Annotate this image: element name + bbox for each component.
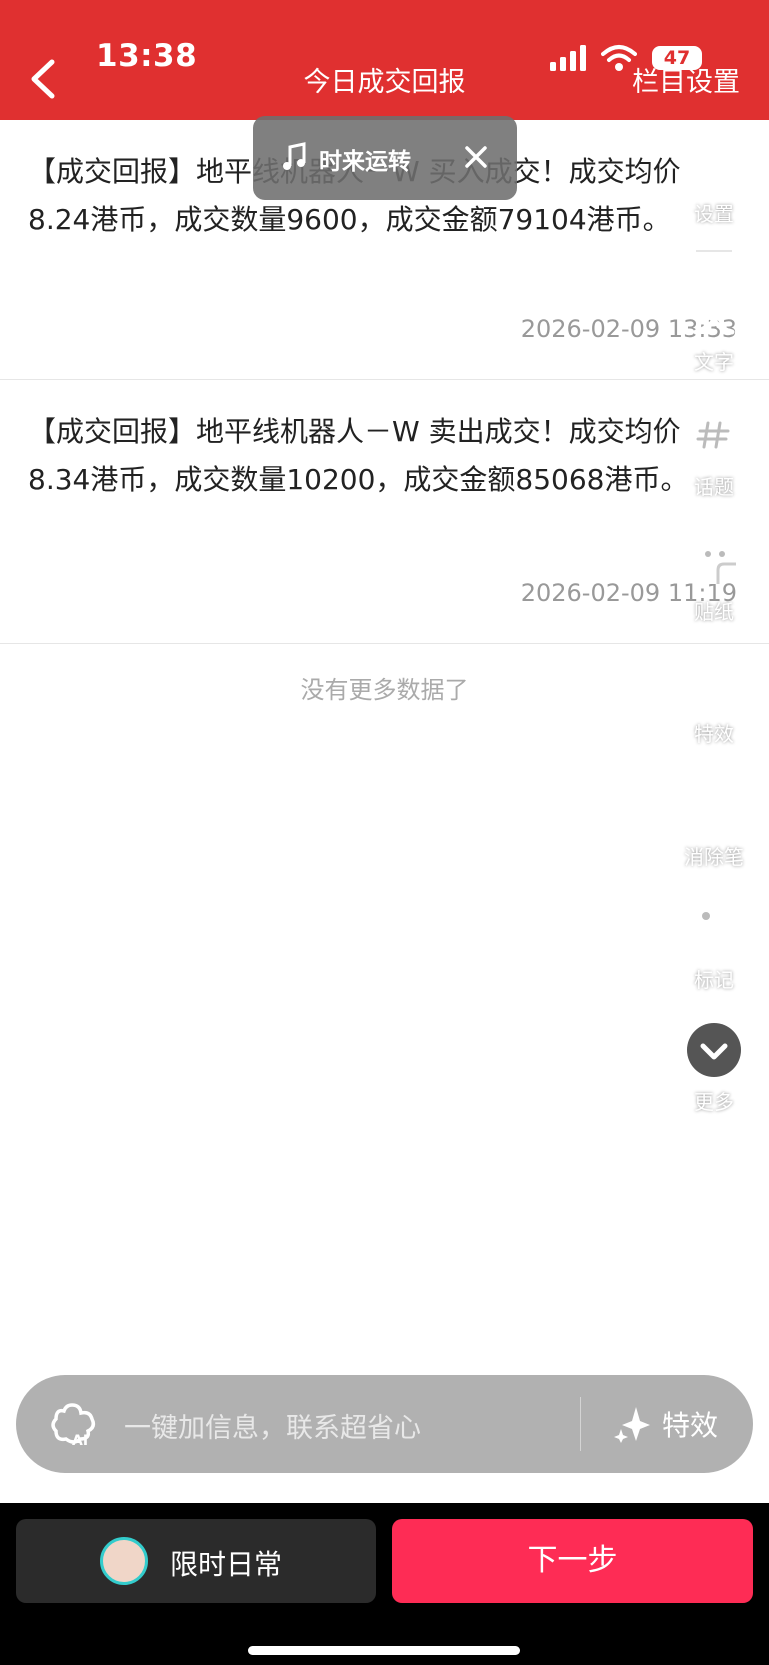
tool-text[interactable]: 文字 — [672, 280, 756, 375]
tool-text-label: 文字 — [694, 350, 734, 374]
tool-topic-label: 话题 — [694, 475, 734, 499]
next-step-button[interactable]: 下一步 — [392, 1519, 753, 1603]
input-bar-divider — [580, 1397, 581, 1451]
daily-button-label: 限时日常 — [170, 1548, 283, 1581]
no-more-data-label: 没有更多数据了 — [300, 676, 469, 704]
tool-sticker-label: 贴纸 — [694, 600, 734, 624]
effects-button-label[interactable]: 特效 — [662, 1404, 718, 1444]
trade-report-text: 【成交回报】地平线机器人－W 卖出成交！成交均价 8.34港币，成交数量1020… — [28, 415, 689, 496]
column-settings-link[interactable]: 栏目设置 — [632, 60, 740, 99]
info-input-placeholder[interactable]: 一键加信息，联系超省心 — [124, 1406, 421, 1445]
info-input-bar[interactable]: AI 一键加信息，联系超省心 特效 — [16, 1375, 753, 1473]
close-icon[interactable] — [459, 140, 493, 174]
svg-text:AI: AI — [72, 1433, 88, 1447]
avatar — [100, 1537, 148, 1585]
hashtag-icon — [686, 410, 738, 459]
music-selector[interactable]: 时来运转 — [253, 116, 517, 200]
tool-sticker[interactable]: 贴纸 — [672, 530, 756, 625]
tool-settings-label: 设置 — [694, 202, 734, 226]
tool-mark[interactable]: 标记 — [672, 898, 756, 993]
tool-topic[interactable]: 话题 — [672, 405, 756, 500]
music-title: 时来运转 — [319, 149, 411, 175]
sparkle-icon — [614, 1407, 650, 1443]
tag-icon — [692, 904, 738, 954]
tool-effects-label: 特效 — [694, 722, 734, 746]
ai-icon: AI — [51, 1403, 96, 1447]
home-indicator[interactable] — [248, 1646, 520, 1655]
tool-effects[interactable]: 特效 — [672, 652, 756, 747]
tool-mark-label: 标记 — [694, 968, 734, 992]
tool-more-label: 更多 — [694, 1090, 734, 1114]
chevron-down-icon — [687, 1023, 741, 1077]
gear-icon — [694, 142, 734, 182]
music-note-icon — [283, 142, 306, 170]
tool-settings[interactable]: 设置 — [672, 132, 756, 227]
tool-eraser-label: 消除笔 — [684, 845, 744, 869]
sparkle-icon — [686, 653, 742, 712]
daily-button[interactable]: 限时日常 — [16, 1519, 376, 1603]
text-icon — [693, 285, 735, 335]
cellular-signal-icon — [550, 45, 586, 71]
tool-eraser[interactable]: 消除笔 — [672, 775, 756, 870]
bottom-dock: 限时日常 下一步 — [0, 1503, 769, 1665]
sticker-icon — [694, 536, 736, 584]
tool-rail-divider — [696, 250, 732, 252]
top-header: 13:38 今日成交回报 47 栏目设置 — [0, 0, 769, 120]
eraser-icon — [686, 779, 734, 828]
tool-more[interactable]: 更多 — [672, 1020, 756, 1115]
trade-report-item[interactable]: 【成交回报】地平线机器人－W 卖出成交！成交均价 8.34港币，成交数量1020… — [0, 380, 769, 644]
